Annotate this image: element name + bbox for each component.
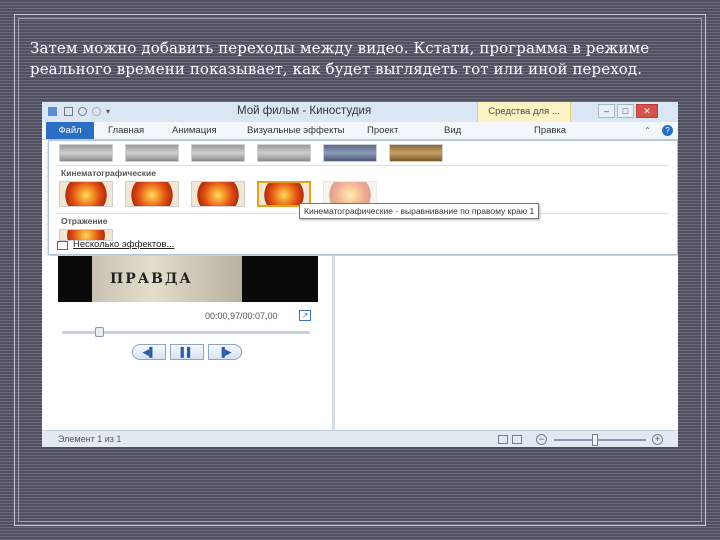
- storyboard-view-icon[interactable]: [498, 435, 508, 444]
- effect-thumb[interactable]: [323, 144, 377, 162]
- ribbon-tabs: Файл Главная Анимация Визуальные эффекты…: [42, 122, 678, 140]
- status-text: Элемент 1 из 1: [58, 434, 122, 444]
- effect-thumb-cinematic[interactable]: [125, 181, 179, 207]
- video-preview[interactable]: ПРАВДА: [58, 256, 318, 302]
- help-icon[interactable]: ?: [662, 125, 673, 136]
- effect-thumb[interactable]: [125, 144, 179, 162]
- tab-home[interactable]: Главная: [108, 122, 144, 139]
- effect-thumb-cinematic[interactable]: [191, 181, 245, 207]
- tab-edit[interactable]: Правка: [534, 122, 566, 139]
- tab-animation[interactable]: Анимация: [172, 122, 217, 139]
- preview-pane: ПРАВДА 00:00,97/00:07,00 ↗ ◀▌ ▌▌ ▐▶: [42, 256, 332, 430]
- close-button[interactable]: ✕: [636, 104, 658, 118]
- storyboard-pane[interactable]: [335, 256, 678, 430]
- newspaper-image: ПРАВДА: [92, 256, 242, 302]
- maximize-button[interactable]: □: [617, 104, 634, 118]
- undo-icon[interactable]: [78, 107, 87, 116]
- app-window: ▾ Мой фильм - Киностудия Средства для ..…: [42, 102, 678, 447]
- section-label-cinematic: Кинематографические: [61, 168, 156, 178]
- effect-tooltip: Кинематографические - выравнивание по пр…: [299, 203, 540, 219]
- window-title: Мой фильм - Киностудия: [237, 105, 372, 117]
- tab-view[interactable]: Вид: [444, 122, 461, 139]
- effect-thumb[interactable]: [59, 144, 113, 162]
- effect-thumb-cinematic[interactable]: [59, 181, 113, 207]
- thumbnail-size-icon[interactable]: [512, 435, 522, 444]
- minimize-button[interactable]: –: [598, 104, 615, 118]
- play-pause-button[interactable]: ▌▌: [170, 344, 204, 360]
- effect-thumb[interactable]: [389, 144, 443, 162]
- previous-frame-button[interactable]: ◀▌: [132, 344, 166, 360]
- tab-file[interactable]: Файл: [46, 122, 94, 139]
- seek-bar[interactable]: [62, 327, 310, 337]
- time-readout: 00:00,97/00:07,00: [205, 311, 278, 321]
- newspaper-title: ПРАВДА: [110, 271, 193, 287]
- next-frame-button[interactable]: ▐▶: [208, 344, 242, 360]
- app-icon: [48, 107, 57, 116]
- qat-dropdown-icon[interactable]: ▾: [106, 107, 115, 116]
- zoom-slider[interactable]: [554, 439, 646, 441]
- context-tab-tools[interactable]: Средства для ...: [477, 102, 571, 122]
- slide-caption: Затем можно добавить переходы между виде…: [30, 39, 650, 78]
- redo-icon[interactable]: [92, 107, 101, 116]
- tab-project[interactable]: Проект: [367, 122, 398, 139]
- seek-handle[interactable]: [95, 327, 105, 337]
- zoom-handle[interactable]: [592, 434, 599, 446]
- zoom-in-button[interactable]: +: [652, 434, 663, 445]
- status-bar: Элемент 1 из 1 − +: [42, 430, 678, 447]
- effect-thumb[interactable]: [257, 144, 311, 162]
- zoom-out-button[interactable]: −: [536, 434, 547, 445]
- ribbon-minimize-icon[interactable]: ⌃: [642, 125, 653, 136]
- section-label-reflection: Отражение: [61, 216, 108, 226]
- fullscreen-icon[interactable]: ↗: [299, 310, 311, 321]
- tab-visual-effects[interactable]: Визуальные эффекты: [247, 122, 345, 139]
- effects-icon: [57, 241, 68, 250]
- more-effects-label: Несколько эффектов...: [73, 239, 175, 250]
- title-bar: ▾ Мой фильм - Киностудия Средства для ..…: [42, 102, 678, 123]
- effects-gallery: Кинематографические Отражение Кинематогр…: [48, 140, 678, 272]
- save-icon[interactable]: [64, 107, 73, 116]
- effect-thumb[interactable]: [191, 144, 245, 162]
- section-divider: [57, 165, 669, 166]
